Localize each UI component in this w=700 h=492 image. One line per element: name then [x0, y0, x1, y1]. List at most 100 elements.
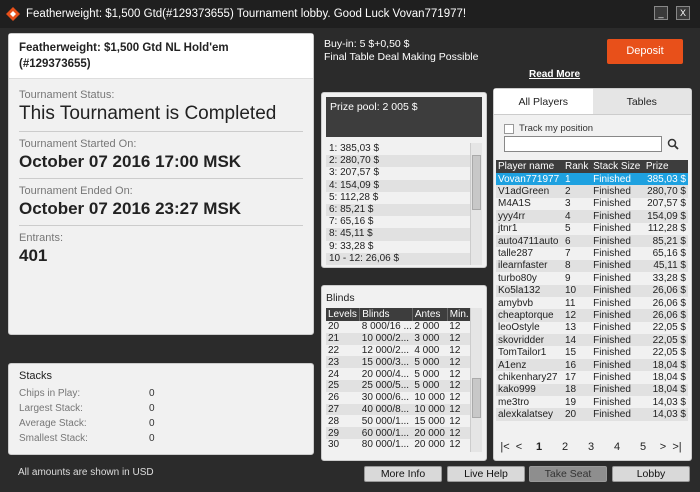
lobby-button[interactable]: Lobby — [612, 466, 690, 482]
scroll-thumb[interactable] — [472, 378, 481, 418]
page-4[interactable]: 4 — [604, 441, 630, 453]
player-search-input[interactable] — [504, 136, 662, 152]
blinds-row: 25 25 000/5... 5 000 12 — [326, 379, 472, 392]
stack-value: 0 — [149, 388, 155, 399]
blinds-cell: 12 — [449, 439, 461, 451]
player-row[interactable]: M4A1S 3 Finished 207,57 $ — [496, 198, 688, 210]
player-prize: 207,57 $ — [647, 198, 686, 210]
blinds-cell: 20 — [328, 321, 340, 333]
player-row[interactable]: me3tro 19 Finished 14,03 $ — [496, 396, 688, 408]
player-rank: 18 — [563, 383, 592, 397]
player-name: yyy4rr — [496, 210, 563, 223]
player-name: Vovan771977 — [496, 173, 563, 186]
blinds-cell: 25 000/5... — [359, 379, 413, 392]
track-checkbox[interactable] — [504, 123, 514, 134]
players-header-name[interactable]: Player name — [496, 160, 563, 173]
players-header-rank[interactable]: Rank — [563, 160, 592, 173]
blinds-row: 29 60 000/1... 20 000 12 — [326, 427, 472, 439]
players-tabs: All Players Tables — [494, 89, 691, 115]
take-seat-button[interactable]: Take Seat — [529, 466, 607, 482]
last-page-button[interactable]: >| — [670, 441, 684, 453]
player-stack: Finished — [591, 309, 644, 322]
blinds-cell: 25 — [326, 379, 360, 392]
player-prize: 65,16 $ — [652, 248, 686, 260]
tab-tables[interactable]: Tables — [592, 89, 691, 114]
player-row[interactable]: jtnr1 5 Finished 112,28 $ — [496, 223, 688, 235]
prize-item: 7: 65,16 $ — [329, 216, 374, 228]
player-row[interactable]: ilearnfaster 8 Finished 45,11 $ — [496, 259, 688, 273]
title-bar: Featherweight: $1,500 Gtd(#129373655) To… — [0, 0, 700, 28]
player-name: V1adGreen — [496, 185, 563, 198]
tab-all-players[interactable]: All Players — [494, 89, 593, 114]
prize-item: 9: 33,28 $ — [329, 240, 374, 252]
deposit-button[interactable]: Deposit — [607, 39, 683, 64]
blinds-header-min[interactable]: Min. — [447, 308, 473, 321]
player-name: skovridder — [496, 334, 563, 347]
player-stack: Finished — [591, 284, 644, 297]
player-prize: 85,21 $ — [643, 234, 688, 248]
blinds-row: 21 10 000/2... 3 000 12 — [326, 332, 472, 345]
player-prize: 26,06 $ — [643, 284, 688, 297]
minimize-button[interactable]: _ — [654, 6, 668, 20]
started-value: October 07 2016 17:00 MSK — [19, 152, 303, 179]
ended-value: October 07 2016 23:27 MSK — [19, 199, 303, 226]
next-page-button[interactable]: > — [656, 441, 670, 453]
blinds-cell: 12 — [447, 379, 472, 392]
player-row[interactable]: V1adGreen 2 Finished 280,70 $ — [496, 185, 688, 198]
stack-value: 0 — [149, 418, 155, 429]
page-3[interactable]: 3 — [578, 441, 604, 453]
prize-item: 2: 280,70 $ — [326, 155, 482, 168]
blinds-cell: 8 000/16 ... — [361, 321, 412, 333]
player-row[interactable]: alexkalatsey 20 Finished 14,03 $ — [496, 408, 688, 421]
player-stack: Finished — [591, 383, 644, 397]
player-row[interactable]: talle287 7 Finished 65,16 $ — [496, 247, 688, 259]
first-page-button[interactable]: |< — [498, 441, 512, 453]
scroll-thumb[interactable] — [472, 155, 481, 210]
player-row[interactable]: leoOstyle 13 Finished 22,05 $ — [496, 322, 688, 334]
player-row[interactable]: kako999 18 Finished 18,04 $ — [496, 383, 688, 397]
player-row[interactable]: Vovan771977 1 Finished 385,03 $ — [496, 173, 688, 186]
player-row[interactable]: turbo80y 9 Finished 33,28 $ — [496, 272, 688, 284]
page-5[interactable]: 5 — [630, 441, 656, 453]
stack-value: 0 — [149, 403, 155, 414]
close-button[interactable]: X — [676, 6, 690, 20]
player-row[interactable]: A1enz 16 Finished 18,04 $ — [496, 358, 688, 372]
more-info-button[interactable]: More Info — [364, 466, 442, 482]
players-header-stack[interactable]: Stack Size — [591, 160, 644, 173]
player-stack: Finished — [591, 358, 644, 372]
ended-label: Tournament Ended On: — [19, 185, 133, 197]
live-help-button[interactable]: Live Help — [447, 466, 525, 482]
player-name: auto4711auto — [496, 234, 563, 248]
prize-item: 3: 207,57 $ — [329, 167, 380, 179]
search-icon[interactable] — [667, 138, 679, 150]
buyin-text: Buy-in: 5 $+0,50 $ — [324, 38, 410, 50]
blinds-header-levels[interactable]: Levels — [326, 308, 361, 321]
blinds-cell: 20 000/4... — [361, 368, 410, 380]
player-rank: 3 — [565, 198, 571, 210]
blinds-header-antes[interactable]: Antes — [412, 308, 448, 321]
player-row[interactable]: cheaptorque 12 Finished 26,06 $ — [496, 309, 688, 322]
player-name: turbo80y — [498, 272, 537, 284]
read-more-link[interactable]: Read More — [529, 69, 580, 80]
players-header-prize[interactable]: Prize — [643, 160, 688, 173]
player-row[interactable]: yyy4rr 4 Finished 154,09 $ — [496, 210, 688, 223]
blinds-panel: Blinds Levels Blinds Antes Min. 20 8 000/… — [321, 285, 487, 461]
player-row[interactable]: amybvb 11 Finished 26,06 $ — [496, 297, 688, 309]
blinds-scrollbar[interactable] — [470, 308, 482, 452]
prev-page-button[interactable]: < — [512, 441, 526, 453]
player-name: jtnr1 — [498, 223, 518, 235]
track-position[interactable]: Track my position — [494, 115, 691, 136]
player-row[interactable]: auto4711auto 6 Finished 85,21 $ — [496, 234, 688, 248]
page-2[interactable]: 2 — [552, 441, 578, 453]
tournament-info-panel: Featherweight: $1,500 Gtd NL Hold'em (#1… — [8, 33, 314, 335]
player-row[interactable]: chikenhary27 17 Finished 18,04 $ — [496, 371, 688, 383]
player-row[interactable]: TomTailor1 15 Finished 22,05 $ — [496, 346, 688, 358]
blinds-header-blinds[interactable]: Blinds — [359, 308, 413, 321]
page-1[interactable]: 1 — [526, 441, 552, 453]
blinds-cell: 12 — [449, 392, 461, 404]
prize-scrollbar[interactable] — [470, 143, 482, 265]
stack-label: Smallest Stack: — [19, 433, 88, 444]
player-row[interactable]: skovridder 14 Finished 22,05 $ — [496, 334, 688, 347]
blinds-row: 23 15 000/3... 5 000 12 — [326, 356, 472, 369]
player-row[interactable]: Ko5la132 10 Finished 26,06 $ — [496, 284, 688, 297]
